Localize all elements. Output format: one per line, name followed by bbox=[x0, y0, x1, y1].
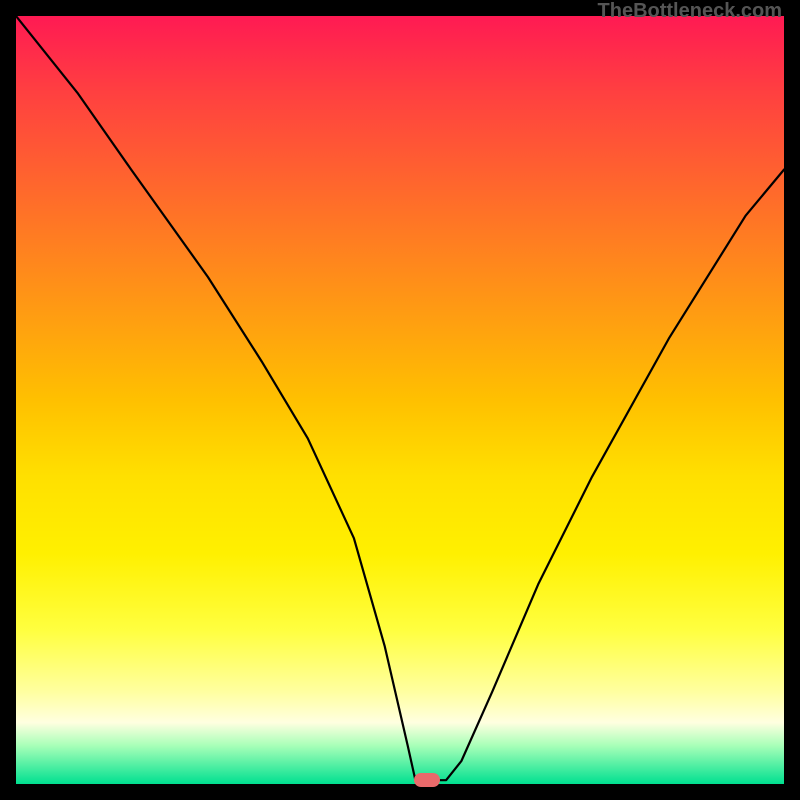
chart-container: TheBottleneck.com bbox=[0, 0, 800, 800]
curve-svg bbox=[16, 16, 784, 784]
curve-line bbox=[16, 16, 784, 780]
optimal-point-marker bbox=[414, 773, 440, 787]
plot-area bbox=[16, 16, 784, 784]
watermark-text: TheBottleneck.com bbox=[598, 0, 782, 23]
